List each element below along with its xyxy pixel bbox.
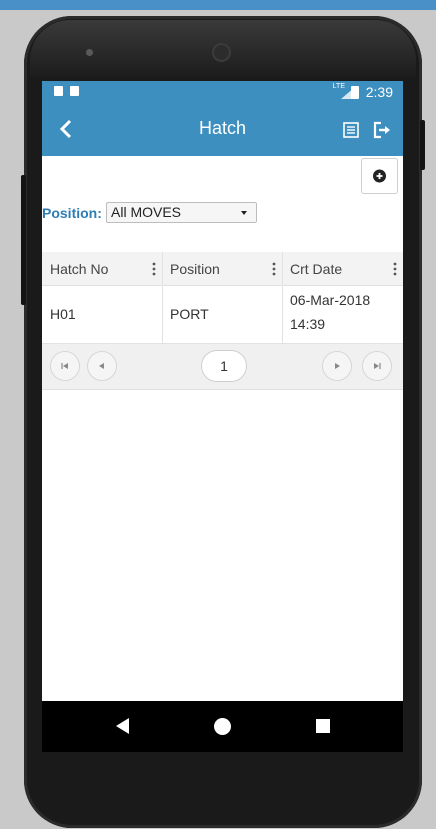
phone-side-button-right [420, 120, 425, 170]
nav-home-icon[interactable] [214, 718, 231, 735]
table-row[interactable]: H01 PORT 06-Mar-2018 14:39 [42, 285, 403, 344]
position-select[interactable]: All MOVES [106, 202, 257, 223]
column-header-crt-date[interactable]: Crt Date [282, 252, 403, 285]
column-header-hatch-no[interactable]: Hatch No [42, 252, 162, 285]
column-header-label: Crt Date [290, 261, 343, 277]
cell-text: H01 [50, 306, 76, 322]
plus-circle-icon [373, 169, 386, 183]
status-bar: LTE 2:39 [42, 81, 403, 103]
next-page-button[interactable] [322, 351, 352, 381]
app-bar: Hatch [42, 103, 403, 156]
next-page-icon [335, 363, 340, 369]
pager: 1 [42, 344, 403, 390]
first-page-icon [61, 363, 68, 369]
add-hatch-button[interactable] [361, 158, 398, 194]
cell-text: PORT [170, 306, 209, 322]
battery-icon [351, 86, 359, 99]
column-menu-icon[interactable] [393, 262, 397, 276]
position-select-value: All MOVES [111, 204, 182, 220]
last-page-icon [374, 363, 381, 369]
caret-down-icon [241, 211, 247, 215]
phone-sensor [86, 49, 93, 56]
cell-text-date: 06-Mar-2018 [290, 292, 371, 308]
list-view-icon [343, 122, 359, 138]
cell-position: PORT [162, 285, 282, 343]
cell-crt-date: 06-Mar-2018 14:39 [282, 285, 403, 343]
cell-hatch-no: H01 [42, 285, 162, 343]
sd-card-icon [70, 86, 79, 96]
prev-page-button[interactable] [87, 351, 117, 381]
window-top-strip [0, 0, 436, 10]
logout-icon [373, 121, 390, 139]
column-header-label: Position [170, 261, 220, 277]
first-page-button[interactable] [50, 351, 80, 381]
nav-back-icon[interactable] [116, 718, 129, 734]
nav-recents-icon[interactable] [316, 719, 330, 733]
prev-page-icon [99, 363, 104, 369]
column-header-label: Hatch No [50, 261, 109, 277]
phone-screen: LTE 2:39 Hatch Position: All MOVES Hatch… [42, 81, 403, 752]
notification-a-icon [54, 86, 63, 96]
logout-button[interactable] [373, 121, 391, 139]
column-menu-icon[interactable] [272, 262, 276, 276]
current-page[interactable]: 1 [201, 350, 247, 382]
android-nav-bar [42, 701, 403, 752]
column-menu-icon[interactable] [152, 262, 156, 276]
list-view-button[interactable] [343, 122, 359, 138]
status-time: 2:39 [365, 84, 393, 100]
last-page-button[interactable] [362, 351, 392, 381]
phone-camera [214, 45, 229, 60]
column-divider [282, 252, 283, 344]
cell-text-time: 14:39 [290, 316, 326, 332]
position-label: Position: [42, 205, 102, 221]
position-filter: Position: All MOVES [42, 202, 403, 224]
grid-header: Hatch No Position Crt Date [42, 252, 403, 286]
column-header-position[interactable]: Position [162, 252, 282, 285]
column-divider [162, 252, 163, 344]
phone-side-button-left [21, 175, 26, 305]
